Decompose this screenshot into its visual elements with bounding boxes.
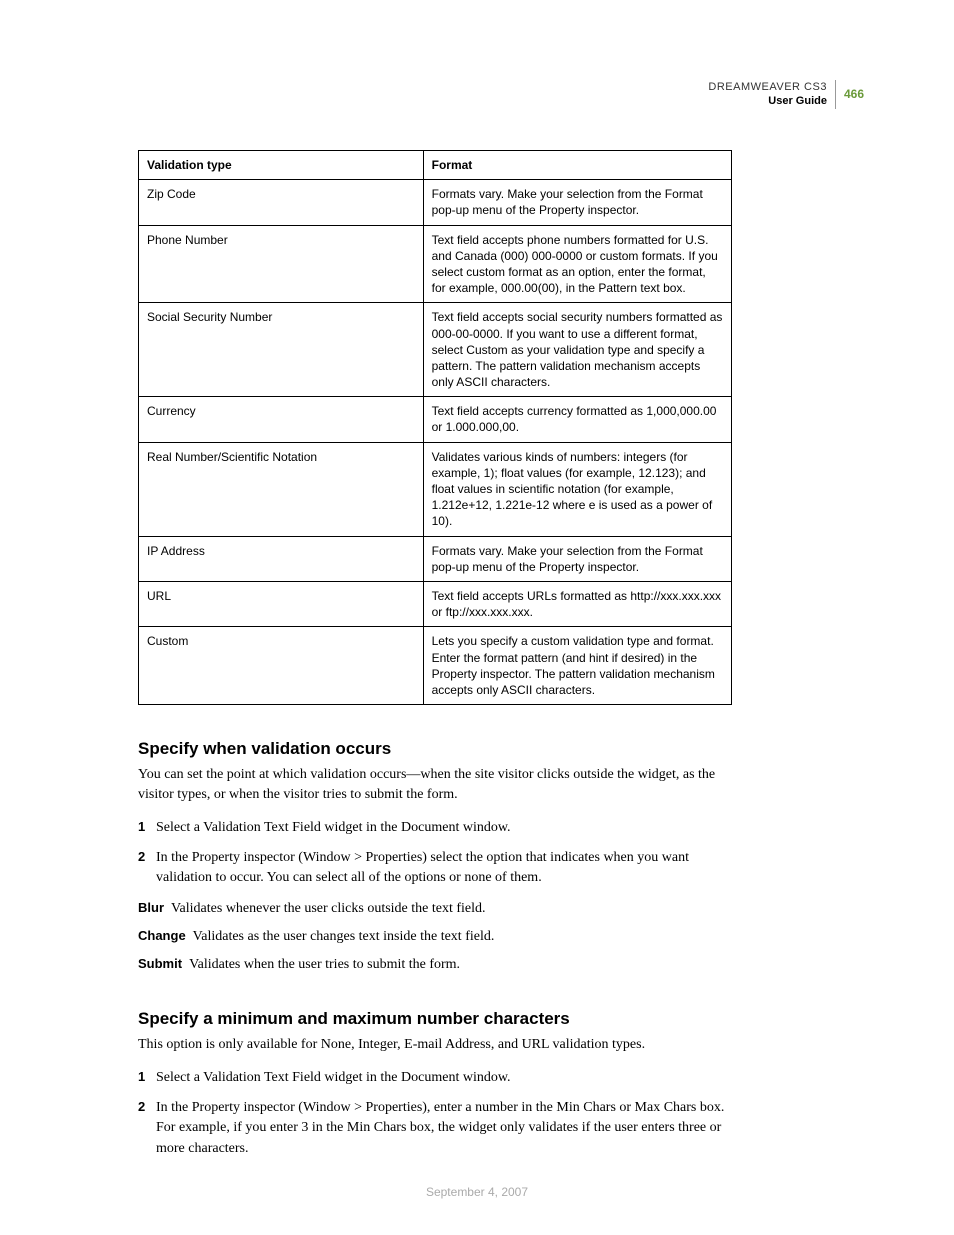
table-cell-type: IP Address [139,536,424,581]
table-cell-type: Phone Number [139,225,424,303]
table-row: Zip Code Formats vary. Make your selecti… [139,180,732,225]
step-item: 2 In the Property inspector (Window > Pr… [138,848,732,889]
table-row: Custom Lets you specify a custom validat… [139,627,732,705]
page-number: 466 [836,87,864,101]
table-cell-type: Zip Code [139,180,424,225]
definition-text: Validates whenever the user clicks outsi… [171,901,486,916]
definition-term: Submit [138,956,182,971]
table-cell-format: Text field accepts URLs formatted as htt… [423,581,731,626]
definition-term: Blur [138,900,164,915]
step-text: Select a Validation Text Field widget in… [156,818,732,838]
table-cell-type: Currency [139,397,424,442]
table-row: Social Security Number Text field accept… [139,303,732,397]
step-number: 2 [138,848,156,867]
step-item: 1 Select a Validation Text Field widget … [138,818,732,838]
section-heading-validation-occurs: Specify when validation occurs [138,739,732,759]
step-number: 1 [138,1068,156,1087]
header-title-block: DREAMWEAVER CS3 User Guide [708,80,836,109]
step-text: In the Property inspector (Window > Prop… [156,848,732,889]
section-intro: You can set the point at which validatio… [138,765,732,806]
table-cell-format: Validates various kinds of numbers: inte… [423,442,731,536]
table-cell-format: Formats vary. Make your selection from t… [423,536,731,581]
table-row: Currency Text field accepts currency for… [139,397,732,442]
table-row: URL Text field accepts URLs formatted as… [139,581,732,626]
guide-label: User Guide [708,94,827,108]
table-row: Phone Number Text field accepts phone nu… [139,225,732,303]
table-cell-format: Text field accepts currency formatted as… [423,397,731,442]
table-cell-type: Social Security Number [139,303,424,397]
validation-table: Validation type Format Zip Code Formats … [138,150,732,705]
product-name: DREAMWEAVER CS3 [708,80,827,94]
step-item: 1 Select a Validation Text Field widget … [138,1068,732,1088]
step-number: 2 [138,1098,156,1117]
table-cell-type: Real Number/Scientific Notation [139,442,424,536]
table-cell-type: Custom [139,627,424,705]
table-cell-type: URL [139,581,424,626]
page-content: Validation type Format Zip Code Formats … [138,150,732,1169]
step-item: 2 In the Property inspector (Window > Pr… [138,1098,732,1159]
table-header-type: Validation type [139,151,424,180]
page-header: DREAMWEAVER CS3 User Guide 466 [0,80,864,109]
definition-text: Validates as the user changes text insid… [193,929,495,944]
step-text: In the Property inspector (Window > Prop… [156,1098,732,1159]
definition-item: Submit Validates when the user tries to … [138,955,732,975]
section-intro: This option is only available for None, … [138,1035,732,1055]
table-header-row: Validation type Format [139,151,732,180]
table-header-format: Format [423,151,731,180]
definition-text: Validates when the user tries to submit … [189,957,460,972]
section-heading-min-max-chars: Specify a minimum and maximum number cha… [138,1009,732,1029]
step-number: 1 [138,818,156,837]
definition-item: Change Validates as the user changes tex… [138,927,732,947]
footer-date: September 4, 2007 [0,1185,954,1199]
definition-item: Blur Validates whenever the user clicks … [138,899,732,919]
definition-term: Change [138,928,186,943]
table-cell-format: Formats vary. Make your selection from t… [423,180,731,225]
table-cell-format: Lets you specify a custom validation typ… [423,627,731,705]
step-text: Select a Validation Text Field widget in… [156,1068,732,1088]
table-cell-format: Text field accepts social security numbe… [423,303,731,397]
table-row: Real Number/Scientific Notation Validate… [139,442,732,536]
table-row: IP Address Formats vary. Make your selec… [139,536,732,581]
table-cell-format: Text field accepts phone numbers formatt… [423,225,731,303]
